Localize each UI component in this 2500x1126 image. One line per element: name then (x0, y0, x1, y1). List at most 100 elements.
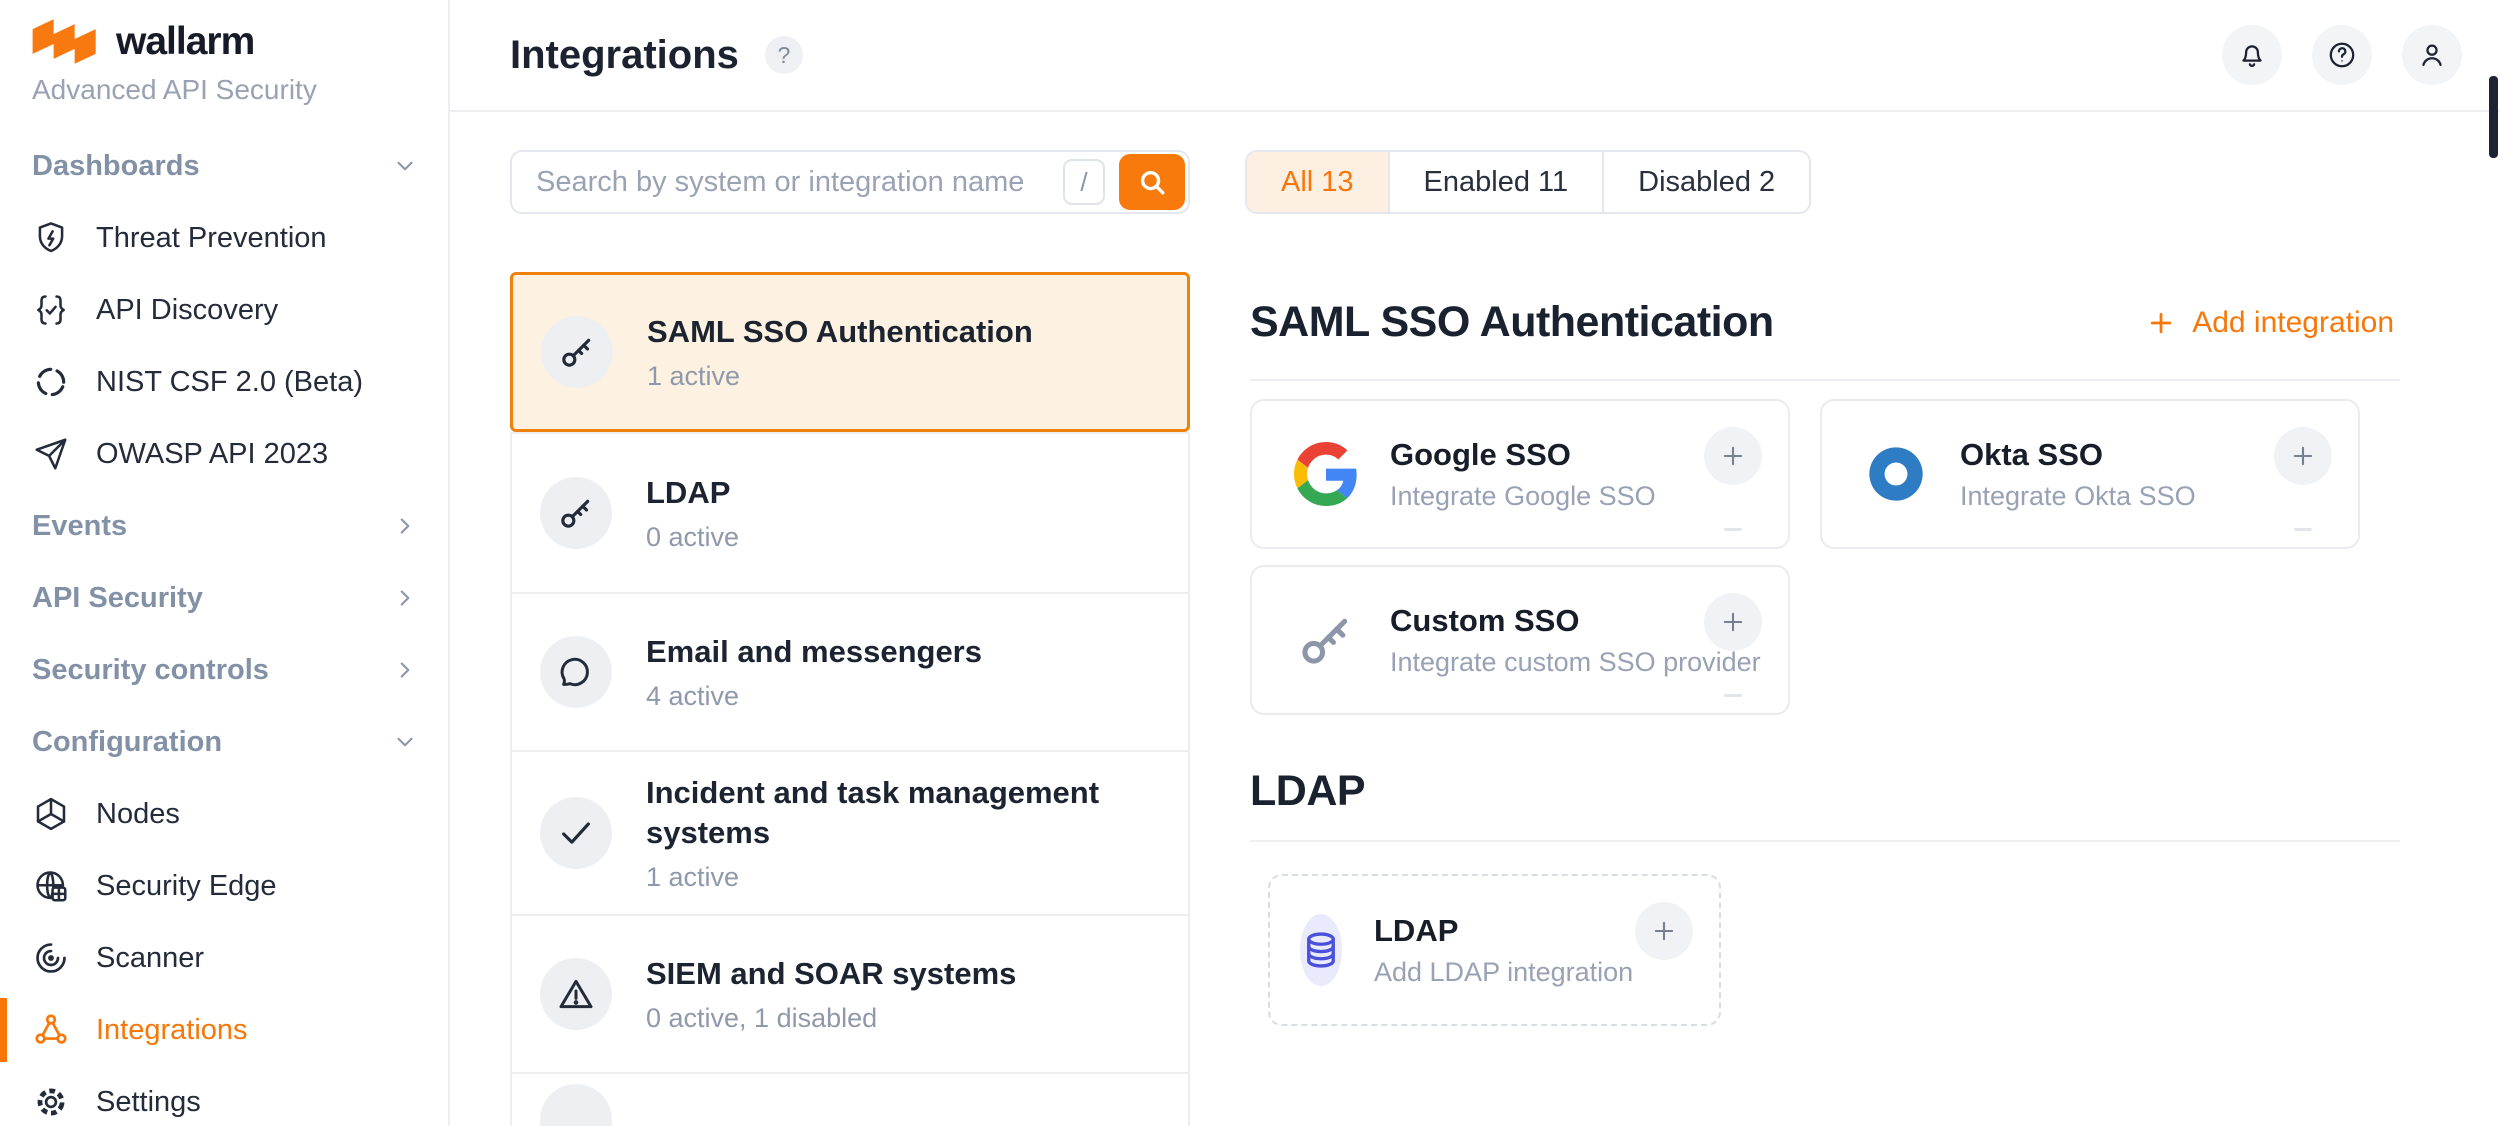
card-subtitle: Integrate Google SSO (1390, 481, 1656, 512)
chevron-right-icon (392, 585, 418, 611)
list-item-title: SIEM and SOAR systems (646, 954, 1016, 994)
section-header-saml: SAML SSO Authentication Add integration (1250, 298, 2440, 347)
content-columns: SAML SSO Authentication 1 active LDAP 0 … (510, 272, 2440, 1126)
paper-plane-icon (32, 435, 70, 473)
active-indicator (0, 998, 7, 1062)
sidebar-group-dashboards[interactable]: Dashboards (0, 130, 448, 202)
wallarm-app: wallarm Advanced API Security Dashboards… (0, 0, 2500, 1126)
list-item-saml-sso[interactable]: SAML SSO Authentication 1 active (510, 272, 1190, 432)
plus-icon (1650, 917, 1678, 945)
sidebar-item-security-edge[interactable]: Security Edge (0, 850, 448, 922)
brand-subtitle: Advanced API Security (32, 74, 416, 106)
add-okta-sso-button[interactable] (2274, 427, 2332, 485)
list-item-status: 1 active (646, 862, 1160, 893)
card-footer-dash (1724, 694, 1742, 697)
globe-grid-icon (32, 867, 70, 905)
plus-icon (2289, 442, 2317, 470)
key-icon (541, 316, 613, 388)
segmented-ring-icon (32, 363, 70, 401)
tab-enabled[interactable]: Enabled 11 (1388, 152, 1603, 212)
plus-icon (2146, 308, 2176, 338)
brand-block: wallarm Advanced API Security (0, 0, 448, 106)
category-list-rest: LDAP 0 active Email and messengers 4 act… (510, 432, 1190, 1126)
database-icon (1300, 914, 1342, 986)
card-title: Google SSO (1390, 437, 1656, 473)
warning-triangle-icon (540, 958, 612, 1030)
sidebar-item-scanner[interactable]: Scanner (0, 922, 448, 994)
brand-name: wallarm (116, 20, 254, 64)
sidebar-item-settings[interactable]: Settings (0, 1066, 448, 1126)
sidebar-group-api-security[interactable]: API Security (0, 562, 448, 634)
scrollbar[interactable] (2489, 76, 2498, 158)
card-footer-dash (2294, 528, 2312, 531)
plus-icon (1719, 442, 1747, 470)
sidebar-group-events[interactable]: Events (0, 490, 448, 562)
page-title: Integrations (510, 33, 739, 78)
card-okta-sso[interactable]: Okta SSO Integrate Okta SSO (1820, 399, 2360, 549)
sidebar-item-nodes[interactable]: Nodes (0, 778, 448, 850)
sidebar-item-owasp-api[interactable]: OWASP API 2023 (0, 418, 448, 490)
tab-disabled[interactable]: Disabled 2 (1602, 152, 1809, 212)
list-item-status: 4 active (646, 681, 982, 712)
card-google-sso[interactable]: Google SSO Integrate Google SSO (1250, 399, 1790, 549)
tab-all[interactable]: All 13 (1247, 152, 1388, 212)
list-item-ldap[interactable]: LDAP 0 active (512, 434, 1188, 592)
notifications-button[interactable] (2222, 25, 2282, 85)
sidebar-item-nist-csf[interactable]: NIST CSF 2.0 (Beta) (0, 346, 448, 418)
sidebar-group-security-controls[interactable]: Security controls (0, 634, 448, 706)
add-custom-sso-button[interactable] (1704, 593, 1762, 651)
list-item-partial[interactable] (512, 1072, 1188, 1126)
sidebar-item-api-discovery[interactable]: API Discovery (0, 274, 448, 346)
section-divider (1250, 840, 2400, 842)
chevron-down-icon (392, 729, 418, 755)
search-box: / (510, 150, 1190, 214)
chevron-right-icon (392, 513, 418, 539)
section-header-ldap: LDAP (1250, 767, 2440, 816)
title-help-icon[interactable]: ? (765, 36, 803, 74)
card-ldap[interactable]: LDAP Add LDAP integration (1268, 874, 1721, 1026)
card-subtitle: Add LDAP integration (1374, 957, 1633, 988)
card-subtitle: Integrate Okta SSO (1960, 481, 2196, 512)
list-item-email-messengers[interactable]: Email and messengers 4 active (512, 592, 1188, 750)
section-title: LDAP (1250, 767, 1365, 816)
add-integration-button[interactable]: Add integration (2146, 306, 2394, 340)
gear-icon (32, 1083, 70, 1121)
list-item-title: LDAP (646, 473, 739, 513)
sidebar-group-configuration[interactable]: Configuration (0, 706, 448, 778)
card-custom-sso[interactable]: Custom SSO Integrate custom SSO provider (1250, 565, 1790, 715)
key-icon (1294, 608, 1358, 672)
account-button[interactable] (2402, 25, 2462, 85)
list-item-status: 0 active (646, 522, 739, 553)
user-icon (2416, 39, 2448, 71)
chat-bubble-icon (540, 636, 612, 708)
search-button[interactable] (1119, 154, 1185, 210)
toolbar: / All 13 Enabled 11 Disabled 2 (510, 150, 2440, 214)
sidebar: wallarm Advanced API Security Dashboards… (0, 0, 450, 1126)
add-ldap-button[interactable] (1635, 902, 1693, 960)
search-shortcut-hint: / (1063, 159, 1105, 205)
category-list: SAML SSO Authentication 1 active LDAP 0 … (510, 272, 1190, 1126)
search-icon (1135, 165, 1169, 199)
detail-panel: SAML SSO Authentication Add integration (1250, 272, 2440, 1126)
okta-logo-icon (1864, 442, 1928, 506)
sidebar-item-integrations[interactable]: Integrations (0, 994, 448, 1066)
card-subtitle: Integrate custom SSO provider (1390, 647, 1761, 678)
sidebar-nav: Dashboards Threat Prevention API Discove… (0, 130, 448, 1126)
card-footer-dash (1724, 528, 1742, 531)
sidebar-item-threat-prevention[interactable]: Threat Prevention (0, 202, 448, 274)
list-item-incident-task[interactable]: Incident and task management systems 1 a… (512, 750, 1188, 914)
question-circle-icon (2326, 39, 2358, 71)
header: Integrations ? (450, 0, 2500, 112)
bell-icon (2236, 39, 2268, 71)
list-item-status: 1 active (647, 361, 1033, 392)
list-item-siem-soar[interactable]: SIEM and SOAR systems 0 active, 1 disabl… (512, 914, 1188, 1072)
section-title: SAML SSO Authentication (1250, 298, 1774, 347)
filter-tabs: All 13 Enabled 11 Disabled 2 (1245, 150, 1811, 214)
list-item-status: 0 active, 1 disabled (646, 1003, 1016, 1034)
add-google-sso-button[interactable] (1704, 427, 1762, 485)
check-icon (540, 797, 612, 869)
help-button[interactable] (2312, 25, 2372, 85)
search-input[interactable] (512, 152, 1063, 212)
key-icon (540, 477, 612, 549)
main-content: / All 13 Enabled 11 Disabled 2 (450, 112, 2500, 1126)
